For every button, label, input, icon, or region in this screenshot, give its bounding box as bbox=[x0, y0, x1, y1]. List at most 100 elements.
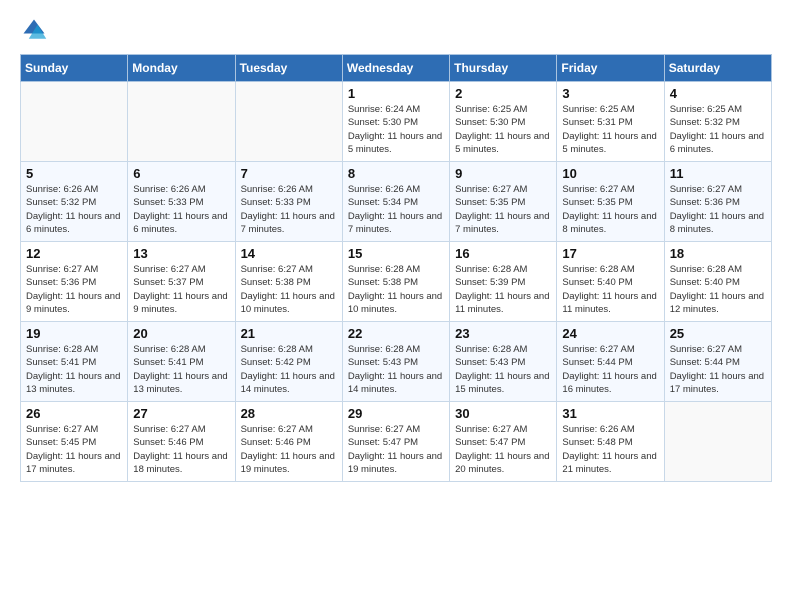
day-number: 12 bbox=[26, 246, 122, 261]
day-info: Sunrise: 6:25 AM Sunset: 5:31 PM Dayligh… bbox=[562, 103, 658, 156]
day-info: Sunrise: 6:27 AM Sunset: 5:44 PM Dayligh… bbox=[670, 343, 766, 396]
day-info: Sunrise: 6:24 AM Sunset: 5:30 PM Dayligh… bbox=[348, 103, 444, 156]
logo-icon bbox=[20, 16, 48, 44]
day-info: Sunrise: 6:27 AM Sunset: 5:35 PM Dayligh… bbox=[562, 183, 658, 236]
day-number: 18 bbox=[670, 246, 766, 261]
table-row: 22 Sunrise: 6:28 AM Sunset: 5:43 PM Dayli… bbox=[342, 322, 449, 402]
table-row: 25 Sunrise: 6:27 AM Sunset: 5:44 PM Dayli… bbox=[664, 322, 771, 402]
table-row: 30 Sunrise: 6:27 AM Sunset: 5:47 PM Dayli… bbox=[450, 402, 557, 482]
table-row: 6 Sunrise: 6:26 AM Sunset: 5:33 PM Daylig… bbox=[128, 162, 235, 242]
day-number: 6 bbox=[133, 166, 229, 181]
day-number: 15 bbox=[348, 246, 444, 261]
day-number: 29 bbox=[348, 406, 444, 421]
day-number: 7 bbox=[241, 166, 337, 181]
day-number: 23 bbox=[455, 326, 551, 341]
day-info: Sunrise: 6:26 AM Sunset: 5:32 PM Dayligh… bbox=[26, 183, 122, 236]
day-info: Sunrise: 6:26 AM Sunset: 5:33 PM Dayligh… bbox=[133, 183, 229, 236]
day-info: Sunrise: 6:27 AM Sunset: 5:46 PM Dayligh… bbox=[241, 423, 337, 476]
day-number: 22 bbox=[348, 326, 444, 341]
weekday-header-sunday: Sunday bbox=[21, 55, 128, 82]
day-number: 19 bbox=[26, 326, 122, 341]
table-row: 10 Sunrise: 6:27 AM Sunset: 5:35 PM Dayli… bbox=[557, 162, 664, 242]
calendar-week-5: 26 Sunrise: 6:27 AM Sunset: 5:45 PM Dayli… bbox=[21, 402, 772, 482]
table-row: 18Sunrise: 6:28 AM Sunset: 5:40 PM Dayli… bbox=[664, 242, 771, 322]
weekday-header-row: SundayMondayTuesdayWednesdayThursdayFrid… bbox=[21, 55, 772, 82]
logo bbox=[20, 16, 52, 44]
day-number: 24 bbox=[562, 326, 658, 341]
weekday-header-thursday: Thursday bbox=[450, 55, 557, 82]
calendar-week-2: 5Sunrise: 6:26 AM Sunset: 5:32 PM Daylig… bbox=[21, 162, 772, 242]
day-info: Sunrise: 6:27 AM Sunset: 5:37 PM Dayligh… bbox=[133, 263, 229, 316]
weekday-header-wednesday: Wednesday bbox=[342, 55, 449, 82]
day-number: 13 bbox=[133, 246, 229, 261]
day-info: Sunrise: 6:27 AM Sunset: 5:38 PM Dayligh… bbox=[241, 263, 337, 316]
day-info: Sunrise: 6:28 AM Sunset: 5:43 PM Dayligh… bbox=[455, 343, 551, 396]
table-row: 24 Sunrise: 6:27 AM Sunset: 5:44 PM Dayli… bbox=[557, 322, 664, 402]
table-row: 16 Sunrise: 6:28 AM Sunset: 5:39 PM Dayli… bbox=[450, 242, 557, 322]
day-number: 10 bbox=[562, 166, 658, 181]
day-number: 8 bbox=[348, 166, 444, 181]
day-info: Sunrise: 6:27 AM Sunset: 5:36 PM Dayligh… bbox=[26, 263, 122, 316]
table-row: 9 Sunrise: 6:27 AM Sunset: 5:35 PM Daylig… bbox=[450, 162, 557, 242]
day-info: Sunrise: 6:28 AM Sunset: 5:42 PM Dayligh… bbox=[241, 343, 337, 396]
day-info: Sunrise: 6:28 AM Sunset: 5:38 PM Dayligh… bbox=[348, 263, 444, 316]
table-row: 1 Sunrise: 6:24 AM Sunset: 5:30 PM Daylig… bbox=[342, 82, 449, 162]
table-row: 21Sunrise: 6:28 AM Sunset: 5:42 PM Dayli… bbox=[235, 322, 342, 402]
table-row: 7 Sunrise: 6:26 AM Sunset: 5:33 PM Daylig… bbox=[235, 162, 342, 242]
day-number: 11 bbox=[670, 166, 766, 181]
table-row bbox=[128, 82, 235, 162]
day-number: 25 bbox=[670, 326, 766, 341]
day-number: 31 bbox=[562, 406, 658, 421]
day-info: Sunrise: 6:26 AM Sunset: 5:48 PM Dayligh… bbox=[562, 423, 658, 476]
calendar-week-4: 19 Sunrise: 6:28 AM Sunset: 5:41 PM Dayli… bbox=[21, 322, 772, 402]
day-number: 14 bbox=[241, 246, 337, 261]
table-row: 4Sunrise: 6:25 AM Sunset: 5:32 PM Daylig… bbox=[664, 82, 771, 162]
day-number: 1 bbox=[348, 86, 444, 101]
table-row: 26 Sunrise: 6:27 AM Sunset: 5:45 PM Dayli… bbox=[21, 402, 128, 482]
day-info: Sunrise: 6:26 AM Sunset: 5:33 PM Dayligh… bbox=[241, 183, 337, 236]
day-number: 26 bbox=[26, 406, 122, 421]
table-row: 5Sunrise: 6:26 AM Sunset: 5:32 PM Daylig… bbox=[21, 162, 128, 242]
day-info: Sunrise: 6:28 AM Sunset: 5:43 PM Dayligh… bbox=[348, 343, 444, 396]
day-info: Sunrise: 6:27 AM Sunset: 5:36 PM Dayligh… bbox=[670, 183, 766, 236]
table-row: 28 Sunrise: 6:27 AM Sunset: 5:46 PM Dayli… bbox=[235, 402, 342, 482]
table-row: 13 Sunrise: 6:27 AM Sunset: 5:37 PM Dayli… bbox=[128, 242, 235, 322]
day-info: Sunrise: 6:28 AM Sunset: 5:40 PM Dayligh… bbox=[562, 263, 658, 316]
table-row: 31 Sunrise: 6:26 AM Sunset: 5:48 PM Dayli… bbox=[557, 402, 664, 482]
day-info: Sunrise: 6:28 AM Sunset: 5:39 PM Dayligh… bbox=[455, 263, 551, 316]
table-row: 29 Sunrise: 6:27 AM Sunset: 5:47 PM Dayli… bbox=[342, 402, 449, 482]
day-number: 16 bbox=[455, 246, 551, 261]
weekday-header-friday: Friday bbox=[557, 55, 664, 82]
day-info: Sunrise: 6:27 AM Sunset: 5:47 PM Dayligh… bbox=[455, 423, 551, 476]
day-number: 17 bbox=[562, 246, 658, 261]
day-info: Sunrise: 6:26 AM Sunset: 5:34 PM Dayligh… bbox=[348, 183, 444, 236]
table-row: 8 Sunrise: 6:26 AM Sunset: 5:34 PM Daylig… bbox=[342, 162, 449, 242]
weekday-header-tuesday: Tuesday bbox=[235, 55, 342, 82]
page-header bbox=[20, 16, 772, 44]
table-row: 15 Sunrise: 6:28 AM Sunset: 5:38 PM Dayli… bbox=[342, 242, 449, 322]
day-number: 28 bbox=[241, 406, 337, 421]
day-info: Sunrise: 6:27 AM Sunset: 5:45 PM Dayligh… bbox=[26, 423, 122, 476]
day-info: Sunrise: 6:27 AM Sunset: 5:35 PM Dayligh… bbox=[455, 183, 551, 236]
table-row: 23 Sunrise: 6:28 AM Sunset: 5:43 PM Dayli… bbox=[450, 322, 557, 402]
day-info: Sunrise: 6:27 AM Sunset: 5:44 PM Dayligh… bbox=[562, 343, 658, 396]
day-info: Sunrise: 6:28 AM Sunset: 5:41 PM Dayligh… bbox=[26, 343, 122, 396]
table-row: 12 Sunrise: 6:27 AM Sunset: 5:36 PM Dayli… bbox=[21, 242, 128, 322]
table-row: 2Sunrise: 6:25 AM Sunset: 5:30 PM Daylig… bbox=[450, 82, 557, 162]
day-number: 2 bbox=[455, 86, 551, 101]
day-info: Sunrise: 6:25 AM Sunset: 5:32 PM Dayligh… bbox=[670, 103, 766, 156]
day-number: 30 bbox=[455, 406, 551, 421]
day-info: Sunrise: 6:27 AM Sunset: 5:47 PM Dayligh… bbox=[348, 423, 444, 476]
table-row: 19 Sunrise: 6:28 AM Sunset: 5:41 PM Dayli… bbox=[21, 322, 128, 402]
table-row: 20 Sunrise: 6:28 AM Sunset: 5:41 PM Dayli… bbox=[128, 322, 235, 402]
day-number: 3 bbox=[562, 86, 658, 101]
day-number: 20 bbox=[133, 326, 229, 341]
calendar-week-1: 1 Sunrise: 6:24 AM Sunset: 5:30 PM Daylig… bbox=[21, 82, 772, 162]
day-number: 9 bbox=[455, 166, 551, 181]
calendar-week-3: 12 Sunrise: 6:27 AM Sunset: 5:36 PM Dayli… bbox=[21, 242, 772, 322]
day-info: Sunrise: 6:28 AM Sunset: 5:41 PM Dayligh… bbox=[133, 343, 229, 396]
table-row bbox=[664, 402, 771, 482]
calendar-table: SundayMondayTuesdayWednesdayThursdayFrid… bbox=[20, 54, 772, 482]
weekday-header-monday: Monday bbox=[128, 55, 235, 82]
table-row: 3 Sunrise: 6:25 AM Sunset: 5:31 PM Daylig… bbox=[557, 82, 664, 162]
